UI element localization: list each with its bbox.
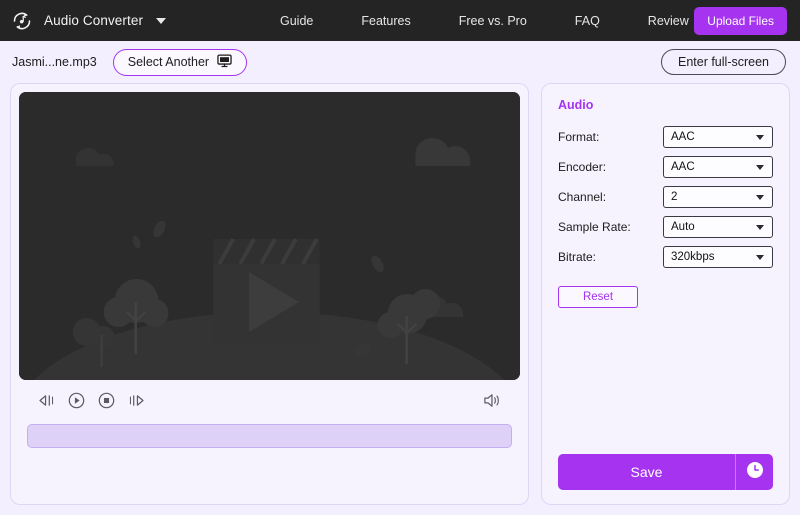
chevron-down-icon: [756, 225, 764, 230]
format-select[interactable]: AAC: [663, 126, 773, 148]
save-options-button[interactable]: [735, 454, 773, 490]
video-placeholder-illustration: [19, 92, 520, 380]
save-button[interactable]: Save: [558, 454, 735, 490]
current-file-name: Jasmi...ne.mp3: [12, 55, 97, 69]
audio-settings-panel: Audio Format: AAC Encoder: AAC Channel: …: [541, 83, 790, 505]
channel-select[interactable]: 2: [663, 186, 773, 208]
upload-files-button[interactable]: Upload Files: [694, 7, 787, 35]
nav-link-free-vs-pro[interactable]: Free vs. Pro: [459, 14, 527, 28]
fast-forward-button[interactable]: [123, 387, 149, 413]
top-navigation-bar: Audio Converter Guide Features Free vs. …: [0, 0, 800, 41]
monitor-icon: [217, 54, 232, 71]
rewind-button[interactable]: [33, 387, 59, 413]
seek-progress-bar[interactable]: [27, 424, 512, 448]
channel-label: Channel:: [558, 190, 663, 204]
encoder-select[interactable]: AAC: [663, 156, 773, 178]
setting-row-format: Format: AAC: [558, 126, 773, 148]
sample-rate-select[interactable]: Auto: [663, 216, 773, 238]
volume-button[interactable]: [478, 387, 504, 413]
play-circle-icon: [68, 392, 85, 409]
setting-row-channel: Channel: 2: [558, 186, 773, 208]
bitrate-value: 320kbps: [671, 251, 714, 263]
setting-row-sample-rate: Sample Rate: Auto: [558, 216, 773, 238]
nav-link-features[interactable]: Features: [361, 14, 410, 28]
chevron-down-icon: [756, 165, 764, 170]
save-button-group: Save: [558, 454, 773, 490]
file-toolbar: Jasmi...ne.mp3 Select Another Enter full…: [0, 41, 800, 83]
chevron-down-icon: [756, 255, 764, 260]
select-another-label: Select Another: [128, 55, 209, 69]
panel-title: Audio: [558, 98, 773, 112]
main-nav-links: Guide Features Free vs. Pro FAQ Review: [280, 14, 689, 28]
player-panel: [10, 83, 529, 505]
main-content: Audio Format: AAC Encoder: AAC Channel: …: [0, 83, 800, 515]
sample-rate-label: Sample Rate:: [558, 220, 663, 234]
chevron-down-icon: [756, 195, 764, 200]
format-value: AAC: [671, 131, 695, 143]
reset-button[interactable]: Reset: [558, 286, 638, 308]
fast-forward-icon: [128, 394, 145, 407]
clock-icon: [746, 461, 764, 484]
chevron-down-icon[interactable]: [156, 18, 166, 24]
format-label: Format:: [558, 130, 663, 144]
brand-title: Audio Converter: [44, 13, 143, 28]
nav-link-review[interactable]: Review: [648, 14, 689, 28]
bitrate-select[interactable]: 320kbps: [663, 246, 773, 268]
rewind-icon: [38, 394, 55, 407]
encoder-value: AAC: [671, 161, 695, 173]
nav-link-faq[interactable]: FAQ: [575, 14, 600, 28]
brand-area[interactable]: Audio Converter: [10, 9, 166, 33]
sample-rate-value: Auto: [671, 221, 695, 233]
speaker-volume-icon: [482, 392, 501, 409]
setting-row-bitrate: Bitrate: 320kbps: [558, 246, 773, 268]
stop-circle-icon: [98, 392, 115, 409]
select-another-button[interactable]: Select Another: [113, 49, 247, 76]
chevron-down-icon: [756, 135, 764, 140]
player-controls: [19, 380, 520, 420]
bitrate-label: Bitrate:: [558, 250, 663, 264]
setting-row-encoder: Encoder: AAC: [558, 156, 773, 178]
play-button[interactable]: [63, 387, 89, 413]
video-preview-stage[interactable]: [19, 92, 520, 380]
stop-button[interactable]: [93, 387, 119, 413]
audio-convert-circle-icon: [10, 9, 34, 33]
enter-fullscreen-button[interactable]: Enter full-screen: [661, 49, 786, 75]
channel-value: 2: [671, 191, 677, 203]
nav-link-guide[interactable]: Guide: [280, 14, 313, 28]
encoder-label: Encoder:: [558, 160, 663, 174]
